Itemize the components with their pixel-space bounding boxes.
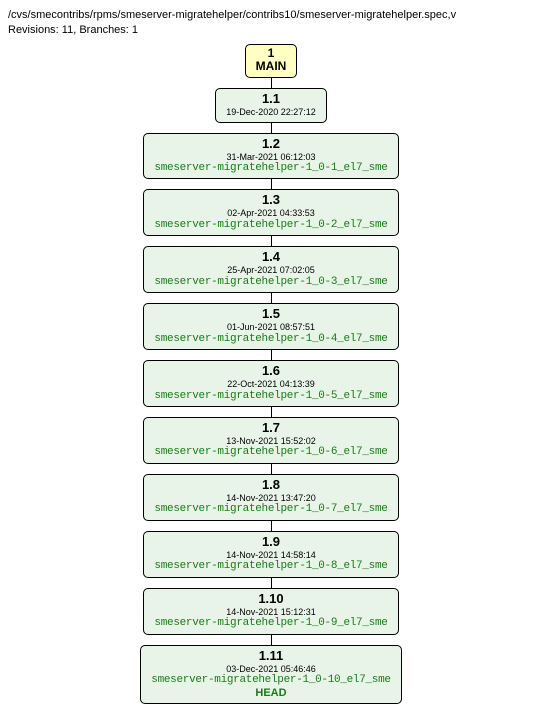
revision-node[interactable]: 1.4 25-Apr-2021 07:02:05 smeserver-migra… [143, 246, 398, 293]
revision-date: 25-Apr-2021 07:02:05 [154, 265, 387, 275]
connector [271, 350, 272, 360]
connector [271, 464, 272, 474]
revision-tag: smeserver-migratehelper-1_0-9_el7_sme [154, 617, 387, 630]
revision-node[interactable]: 1.7 13-Nov-2021 15:52:02 smeserver-migra… [143, 417, 398, 464]
revision-date: 14-Nov-2021 15:12:31 [154, 607, 387, 617]
revision-date: 02-Apr-2021 04:33:53 [154, 208, 387, 218]
connector [271, 123, 272, 133]
revision-date: 14-Nov-2021 14:58:14 [154, 550, 387, 560]
revision-node[interactable]: 1.6 22-Oct-2021 04:13:39 smeserver-migra… [143, 360, 398, 407]
file-header: /cvs/smecontribs/rpms/smeserver-migrateh… [8, 8, 534, 38]
revision-tag: smeserver-migratehelper-1_0-10_el7_sme [151, 674, 390, 687]
revision-number: 1.1 [226, 92, 316, 107]
revision-date: 01-Jun-2021 08:57:51 [154, 322, 387, 332]
connector [271, 78, 272, 88]
revision-node[interactable]: 1.3 02-Apr-2021 04:33:53 smeserver-migra… [143, 189, 398, 236]
branch-name: MAIN [256, 60, 287, 74]
revision-number: 1.10 [154, 592, 387, 607]
revision-number: 1.6 [154, 364, 387, 379]
revision-node[interactable]: 1.10 14-Nov-2021 15:12:31 smeserver-migr… [143, 588, 398, 635]
revision-number: 1.5 [154, 307, 387, 322]
revision-tag: smeserver-migratehelper-1_0-2_el7_sme [154, 219, 387, 232]
revision-number: 1.7 [154, 421, 387, 436]
revision-node[interactable]: 1.2 31-Mar-2021 06:12:03 smeserver-migra… [143, 133, 398, 180]
revision-number: 1.9 [154, 535, 387, 550]
connector [271, 635, 272, 645]
revision-date: 22-Oct-2021 04:13:39 [154, 379, 387, 389]
connector [271, 236, 272, 246]
revision-date: 31-Mar-2021 06:12:03 [154, 152, 387, 162]
revision-tag: smeserver-migratehelper-1_0-7_el7_sme [154, 503, 387, 516]
revision-tag: smeserver-migratehelper-1_0-3_el7_sme [154, 276, 387, 289]
revision-number: 1.4 [154, 250, 387, 265]
revision-date: 03-Dec-2021 05:46:46 [151, 664, 390, 674]
file-meta: Revisions: 11, Branches: 1 [8, 24, 138, 36]
connector [271, 578, 272, 588]
revision-node[interactable]: 1.5 01-Jun-2021 08:57:51 smeserver-migra… [143, 303, 398, 350]
revision-node[interactable]: 1.9 14-Nov-2021 14:58:14 smeserver-migra… [143, 531, 398, 578]
connector [271, 179, 272, 189]
revision-tag: smeserver-migratehelper-1_0-4_el7_sme [154, 333, 387, 346]
revision-tag: smeserver-migratehelper-1_0-5_el7_sme [154, 390, 387, 403]
revision-tag: smeserver-migratehelper-1_0-1_el7_sme [154, 162, 387, 175]
revision-graph: 1 MAIN 1.1 19-Dec-2020 22:27:12 1.2 31-M… [8, 44, 534, 705]
revision-tag: smeserver-migratehelper-1_0-6_el7_sme [154, 446, 387, 459]
revision-number: 1.11 [151, 649, 390, 664]
connector [271, 293, 272, 303]
revision-tag: smeserver-migratehelper-1_0-8_el7_sme [154, 560, 387, 573]
file-path: /cvs/smecontribs/rpms/smeserver-migrateh… [8, 9, 456, 21]
branch-node-main[interactable]: 1 MAIN [245, 44, 298, 79]
revision-number: 1.8 [154, 478, 387, 493]
revision-date: 13-Nov-2021 15:52:02 [154, 436, 387, 446]
branch-number: 1 [256, 47, 287, 61]
connector [271, 521, 272, 531]
revision-date: 14-Nov-2021 13:47:20 [154, 493, 387, 503]
revision-node[interactable]: 1.1 19-Dec-2020 22:27:12 [215, 88, 327, 122]
revision-node-head[interactable]: 1.11 03-Dec-2021 05:46:46 smeserver-migr… [140, 645, 401, 705]
revision-node[interactable]: 1.8 14-Nov-2021 13:47:20 smeserver-migra… [143, 474, 398, 521]
revision-date: 19-Dec-2020 22:27:12 [226, 107, 316, 117]
connector [271, 407, 272, 417]
head-label: HEAD [151, 687, 390, 700]
revision-number: 1.2 [154, 137, 387, 152]
revision-number: 1.3 [154, 193, 387, 208]
